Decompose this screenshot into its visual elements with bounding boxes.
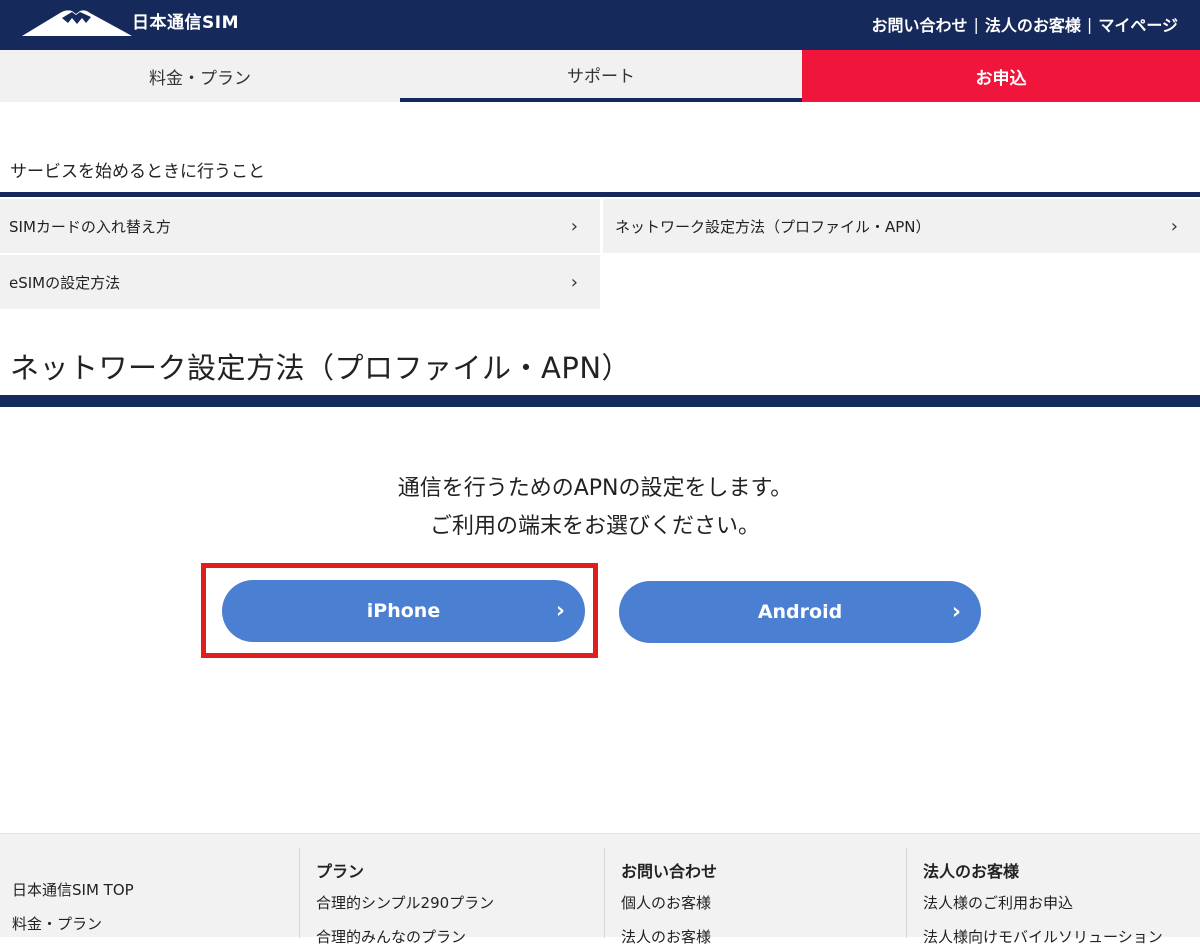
footer-link[interactable]: 法人のお客様 (621, 926, 906, 948)
main-nav: 料金・プラン サポート お申込 (0, 50, 1200, 102)
tab-pricing-plans[interactable]: 料金・プラン (0, 50, 400, 102)
chevron-right-icon: › (570, 271, 578, 293)
android-button[interactable]: Android › (619, 581, 981, 643)
instruction-line: ご利用の端末をお選びください。 (429, 514, 760, 539)
button-label: Android (757, 601, 843, 623)
footer-link[interactable]: 日本通信SIM TOP (12, 879, 299, 901)
separator: | (1086, 14, 1093, 34)
sim-card-swap-link[interactable]: SIMカードの入れ替え方 › (0, 199, 600, 253)
footer-link[interactable]: 法人様向けモバイルソリューション (923, 926, 1200, 948)
footer: 日本通信SIM TOP 料金・プラン プラン 合理的シンプル290プラン 合理的… (0, 833, 1200, 946)
footer-link[interactable]: 合理的シンプル290プラン (316, 892, 604, 914)
footer-heading: プラン (316, 862, 365, 881)
contact-link[interactable]: お問い合わせ (872, 12, 968, 36)
footer-link[interactable]: 料金・プラン (12, 913, 299, 935)
brand-name[interactable]: 日本通信SIM (132, 8, 239, 33)
footer-column: お問い合わせ 個人のお客様 法人のお客様 (604, 848, 906, 946)
network-settings-link[interactable]: ネットワーク設定方法（プロファイル・APN） › (603, 199, 1200, 253)
link-label: ネットワーク設定方法（プロファイル・APN） (615, 217, 931, 236)
instruction-line: 通信を行うためのAPNの設定をします。 (397, 476, 793, 501)
mount-fuji-logo-icon[interactable] (22, 4, 132, 40)
business-customers-link[interactable]: 法人のお客様 (985, 12, 1081, 36)
iphone-button[interactable]: iPhone › (222, 580, 585, 642)
section-heading: サービスを始めるときに行うこと (10, 162, 265, 182)
button-label: iPhone (366, 600, 441, 622)
footer-heading: お問い合わせ (621, 862, 718, 881)
tab-apply[interactable]: お申込 (802, 50, 1200, 102)
instruction-text: 通信を行うためのAPNの設定をします。 ご利用の端末をお選びください。 (0, 470, 1190, 546)
footer-column: 法人のお客様 法人様のご利用お申込 法人様向けモバイルソリューション (906, 848, 1200, 946)
esim-settings-link[interactable]: eSIMの設定方法 › (0, 255, 600, 309)
footer-column: 日本通信SIM TOP 料金・プラン (0, 848, 299, 938)
footer-link[interactable]: 合理的みんなのプラン (316, 926, 604, 948)
chevron-right-icon: › (555, 598, 565, 624)
page-title: ネットワーク設定方法（プロファイル・APN） (10, 351, 632, 385)
title-divider (0, 395, 1200, 407)
chevron-right-icon: › (1170, 215, 1178, 237)
footer-column: プラン 合理的シンプル290プラン 合理的みんなのプラン (299, 848, 604, 946)
chevron-right-icon: › (570, 215, 578, 237)
utility-links: お問い合わせ | 法人のお客様 | マイページ (872, 12, 1179, 36)
chevron-right-icon: › (951, 599, 961, 625)
link-label: eSIMの設定方法 (9, 273, 121, 292)
section-divider (0, 192, 1200, 197)
link-label: SIMカードの入れ替え方 (9, 217, 171, 236)
footer-heading: 法人のお客様 (923, 862, 1020, 881)
footer-link[interactable]: 法人様のご利用お申込 (923, 892, 1200, 914)
tab-support[interactable]: サポート (400, 50, 802, 102)
separator: | (973, 14, 979, 34)
mypage-link[interactable]: マイページ (1098, 12, 1178, 36)
top-header: 日本通信SIM お問い合わせ | 法人のお客様 | マイページ (0, 0, 1200, 50)
footer-link[interactable]: 個人のお客様 (621, 892, 906, 914)
